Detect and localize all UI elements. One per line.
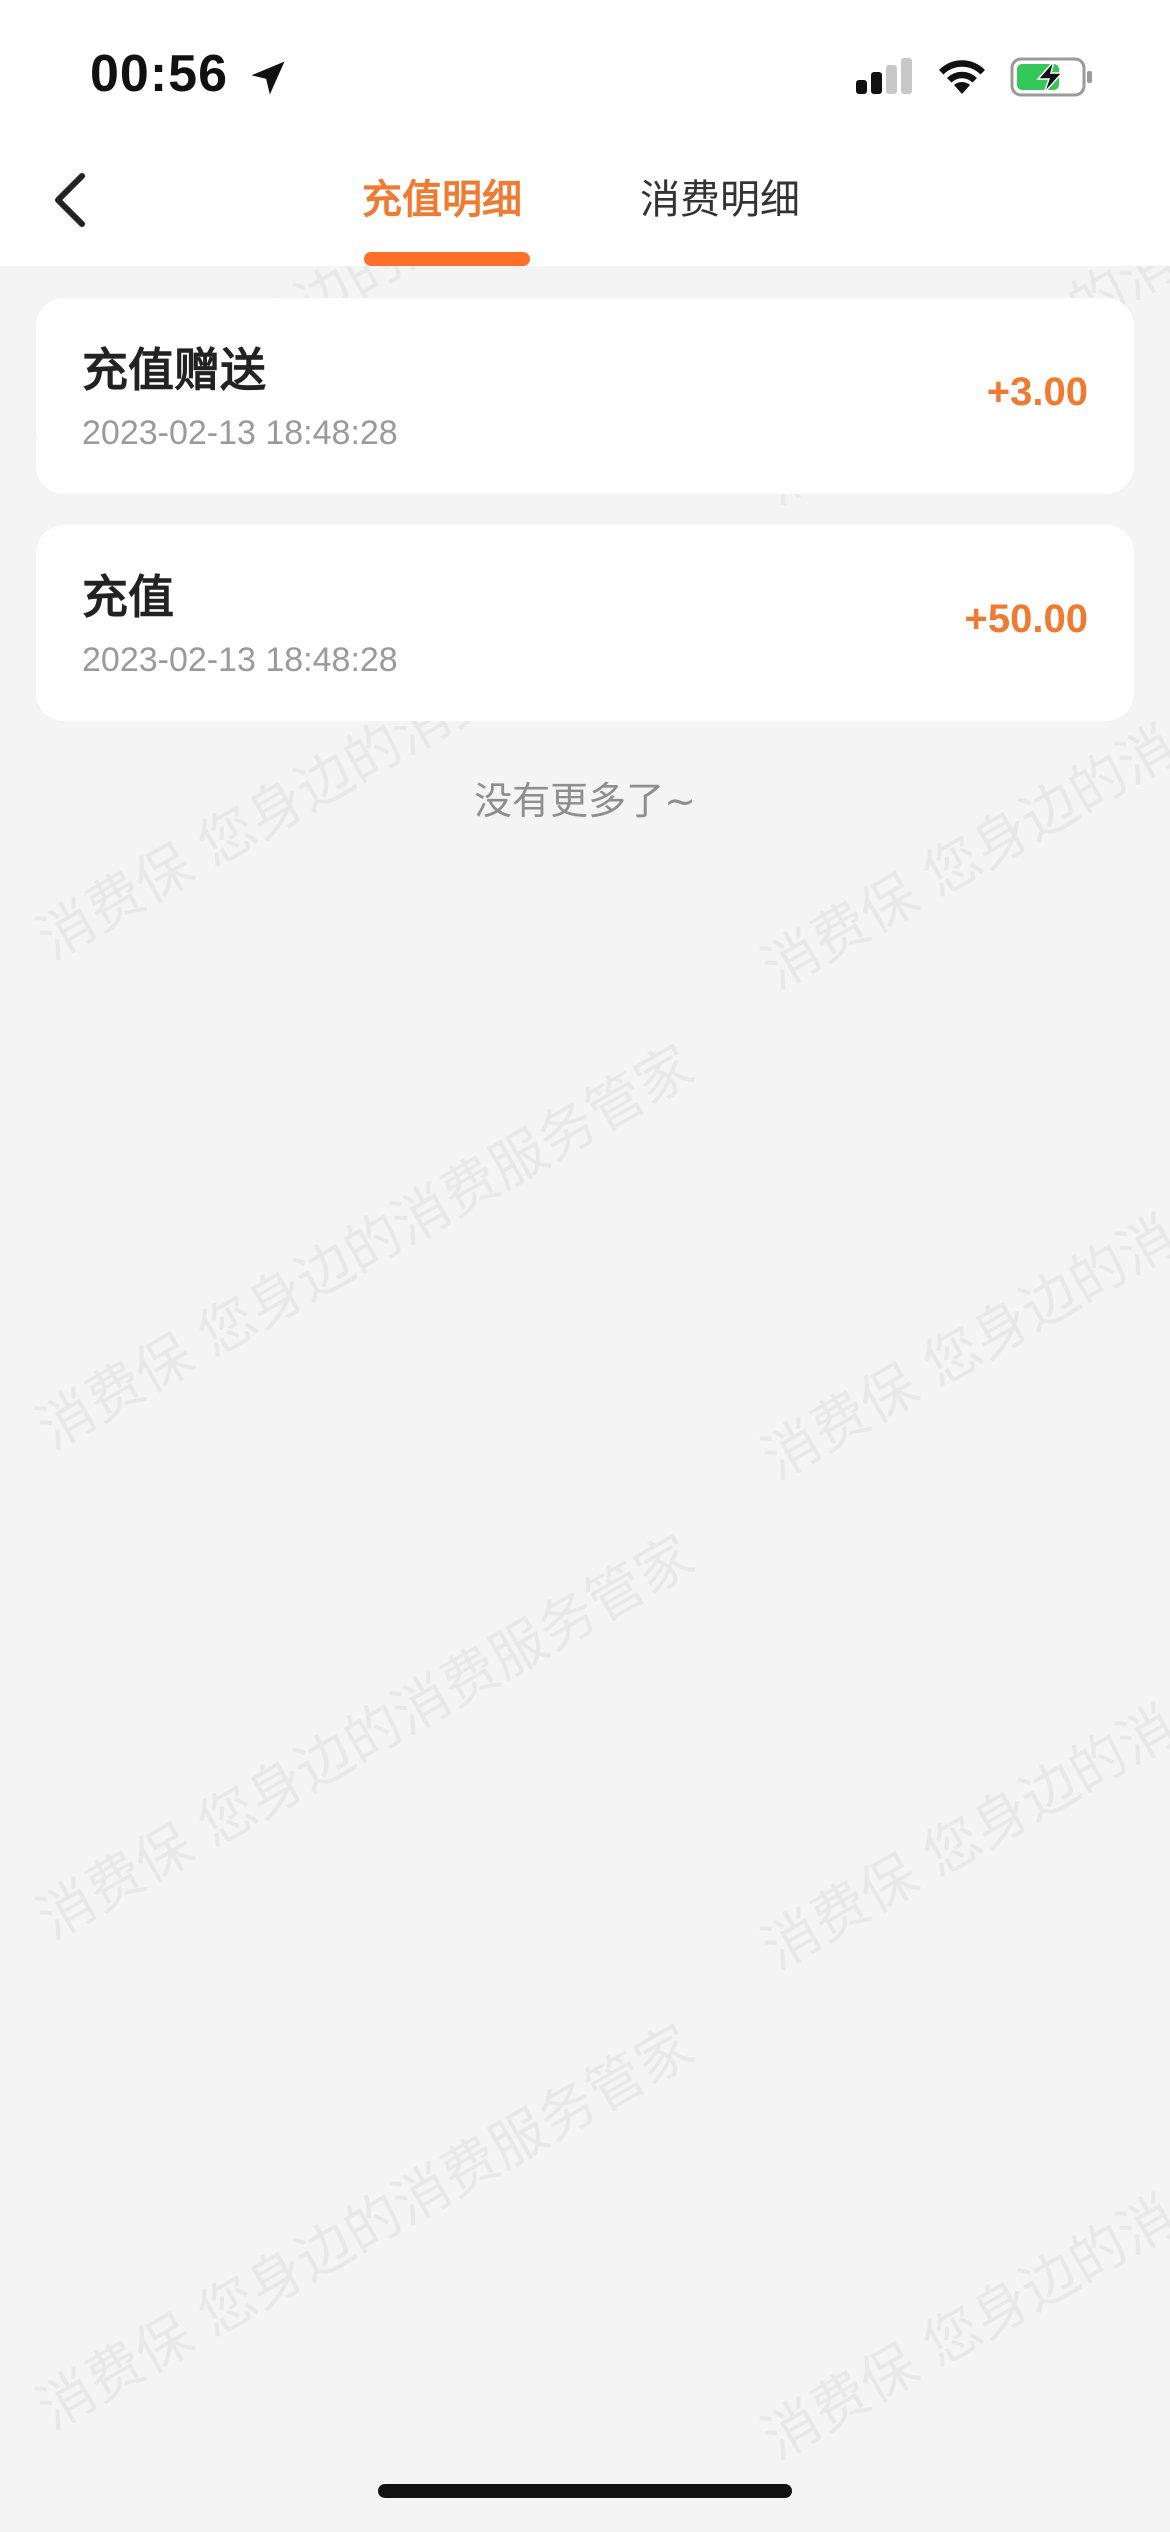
record-title: 充值 [82,570,174,624]
back-button[interactable] [40,170,100,230]
record-amount: +50.00 [964,597,1088,641]
no-more-text: 没有更多了~ [474,779,696,823]
record-amount: +3.00 [986,370,1088,414]
location-arrow-icon [251,61,285,95]
tab-consumption-details[interactable]: 消费明细 [640,170,800,230]
record-title: 充值赠送 [82,343,266,397]
watermark: 消费保 您身边的消 [751,1693,1170,1983]
wifi-icon [939,60,985,94]
chevron-left-icon [55,173,85,227]
record-card[interactable]: 充值 2023-02-13 18:48:28 +50.00 [36,525,1134,721]
watermark: 消费保 您身边的消 [751,2183,1170,2473]
navigation-bar: 充值明细 消费明细 [0,150,1170,266]
record-time: 2023-02-13 18:48:28 [82,414,398,452]
tab-recharge-details[interactable]: 充值明细 [362,170,522,230]
recharge-details-screen: 消费保 您身边的消费服务管家 消费保 您身边的消 消费保 您身边的消费服务管家 … [0,0,1170,2532]
battery-charging-icon [1010,57,1092,97]
watermark: 消费保 您身边的消费服务管家 [26,2013,705,2443]
cellular-signal-icon [856,58,912,94]
watermark: 消费保 您身边的消费服务管家 [26,1523,705,1953]
home-indicator[interactable] [378,2484,792,2498]
record-time: 2023-02-13 18:48:28 [82,641,398,679]
watermark: 消费保 您身边的消 [751,713,1170,1003]
record-card[interactable]: 充值赠送 2023-02-13 18:48:28 +3.00 [36,298,1134,494]
status-bar: 00:56 [0,0,1170,150]
watermark: 消费保 您身边的消 [751,1203,1170,1493]
status-time: 00:56 [90,45,228,103]
watermark: 消费保 您身边的消费服务管家 [26,1033,705,1463]
active-tab-indicator [364,252,530,266]
